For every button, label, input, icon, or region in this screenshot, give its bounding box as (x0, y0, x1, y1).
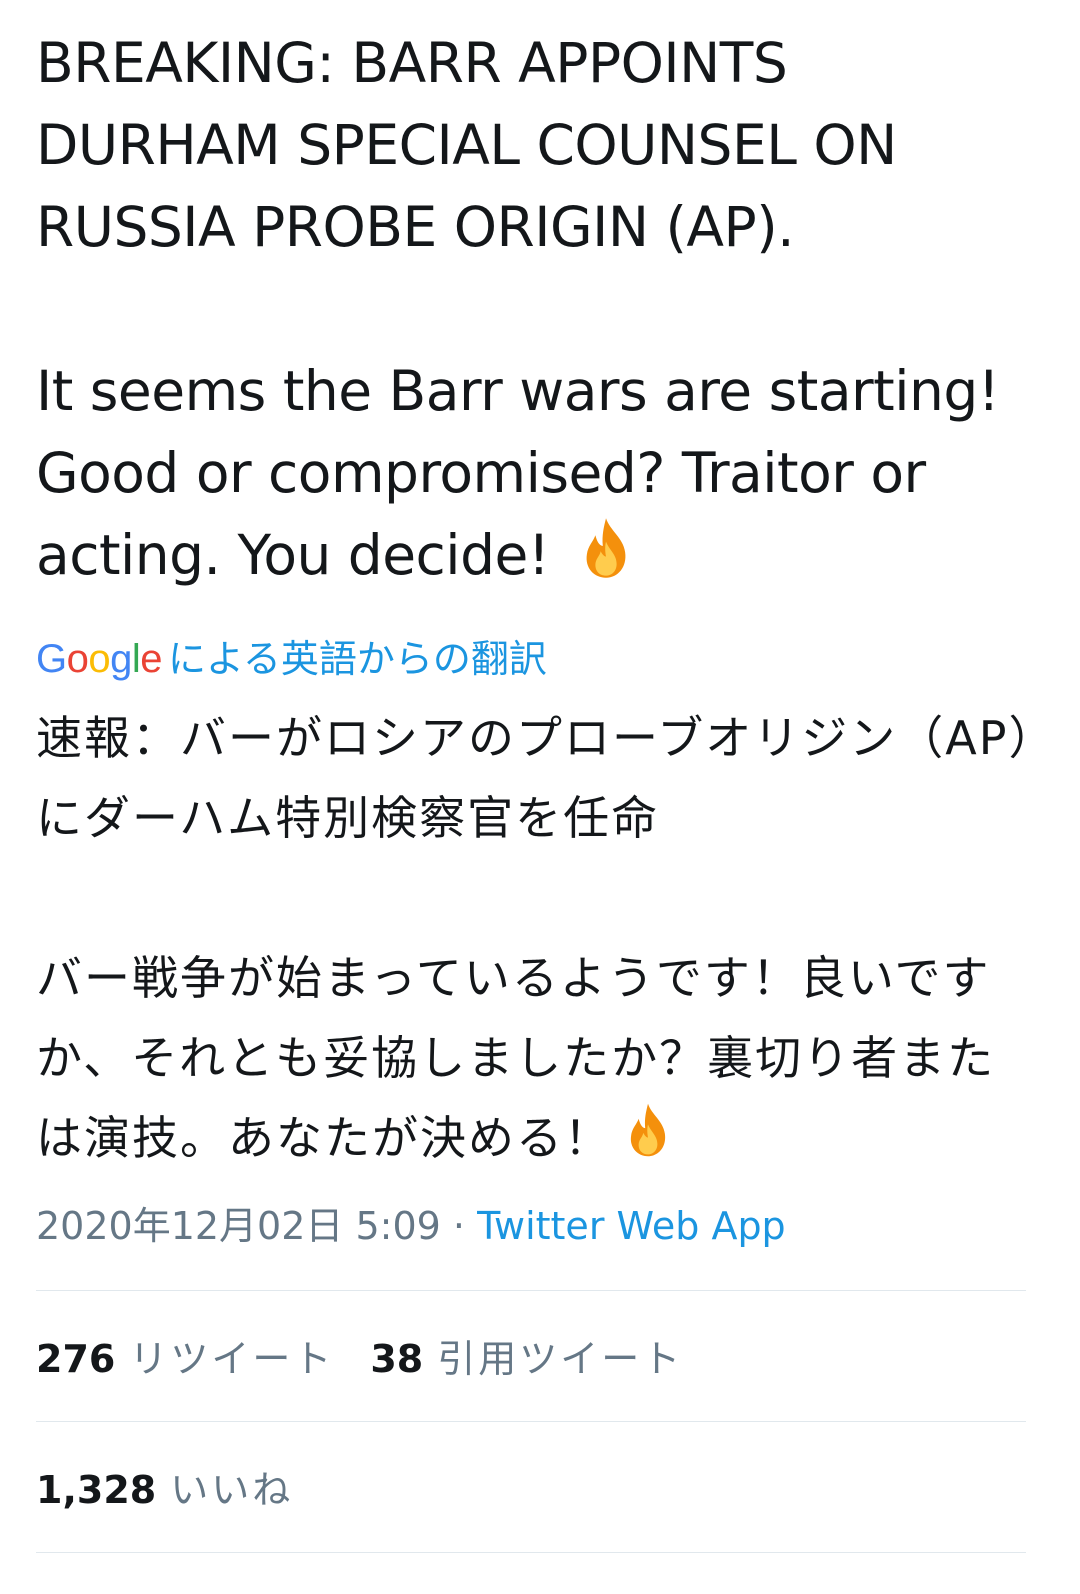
likes-stat[interactable]: 1,328 いいね (36, 1459, 329, 1514)
google-logo-letter: o (66, 637, 89, 681)
tweet-paragraph-1-text: BREAKING: BARR APPOINTS DURHAM SPECIAL C… (36, 31, 897, 259)
google-logo-letter: G (36, 637, 67, 681)
fire-icon (618, 1100, 678, 1184)
tweet-translated-text: 速報：バーがロシアのプローブオリジン（AP）にダーハム特別検察官を任命 バー戦争… (36, 698, 1036, 1184)
quote-tweets-stat[interactable]: 38 引用ツイート (370, 1328, 719, 1383)
tweet-paragraph-2: It seems the Barr wars are starting! Goo… (36, 350, 1036, 604)
google-logo: Google (36, 632, 163, 686)
retweet-stats-row: 276 リツイート 38 引用ツイート (36, 1291, 1036, 1421)
translation-label-link[interactable]: による英語からの翻訳 (168, 632, 547, 686)
tweet-detail: BREAKING: BARR APPOINTS DURHAM SPECIAL C… (36, 0, 1036, 1553)
likes-stats-row: 1,328 いいね (36, 1422, 1036, 1552)
likes-label: いいね (170, 1468, 294, 1512)
meta-separator: · (440, 1203, 478, 1248)
google-logo-letter: l (131, 637, 141, 681)
translated-paragraph-1: 速報：バーがロシアのプローブオリジン（AP）にダーハム特別検察官を任命 (36, 698, 1036, 858)
google-logo-letter: e (140, 637, 163, 681)
google-logo-letter: o (88, 637, 111, 681)
tweet-source-link[interactable]: Twitter Web App (477, 1204, 786, 1248)
quote-tweets-label: 引用ツイート (437, 1337, 684, 1381)
translation-attribution[interactable]: Google による英語からの翻訳 (36, 632, 1036, 686)
likes-count: 1,328 (36, 1468, 157, 1512)
translated-paragraph-1-text: 速報：バーがロシアのプローブオリジン（AP）にダーハム特別検察官を任命 (36, 711, 1034, 845)
retweets-label: リツイート (129, 1337, 335, 1381)
tweet-paragraph-2-text: It seems the Barr wars are starting! Goo… (36, 359, 1000, 588)
tweet-meta: 2020年12月02日 5:09 · Twitter Web App (36, 1196, 1036, 1256)
tweet-paragraph-1: BREAKING: BARR APPOINTS DURHAM SPECIAL C… (36, 22, 1036, 268)
tweet-original-text: BREAKING: BARR APPOINTS DURHAM SPECIAL C… (36, 0, 1036, 604)
retweets-stat[interactable]: 276 リツイート (36, 1328, 370, 1383)
fire-icon (572, 514, 640, 604)
tweet-timestamp[interactable]: 2020年12月02日 5:09 (36, 1204, 441, 1248)
google-logo-letter: g (110, 637, 132, 681)
translated-paragraph-2-text: バー戦争が始まっているようです！良いですか、それとも妥協しましたか？裏切り者また… (36, 951, 996, 1165)
retweets-count: 276 (36, 1337, 116, 1381)
quote-tweets-count: 38 (370, 1337, 424, 1381)
translated-paragraph-2: バー戦争が始まっているようです！良いですか、それとも妥協しましたか？裏切り者また… (36, 938, 1036, 1184)
divider (36, 1551, 1026, 1553)
